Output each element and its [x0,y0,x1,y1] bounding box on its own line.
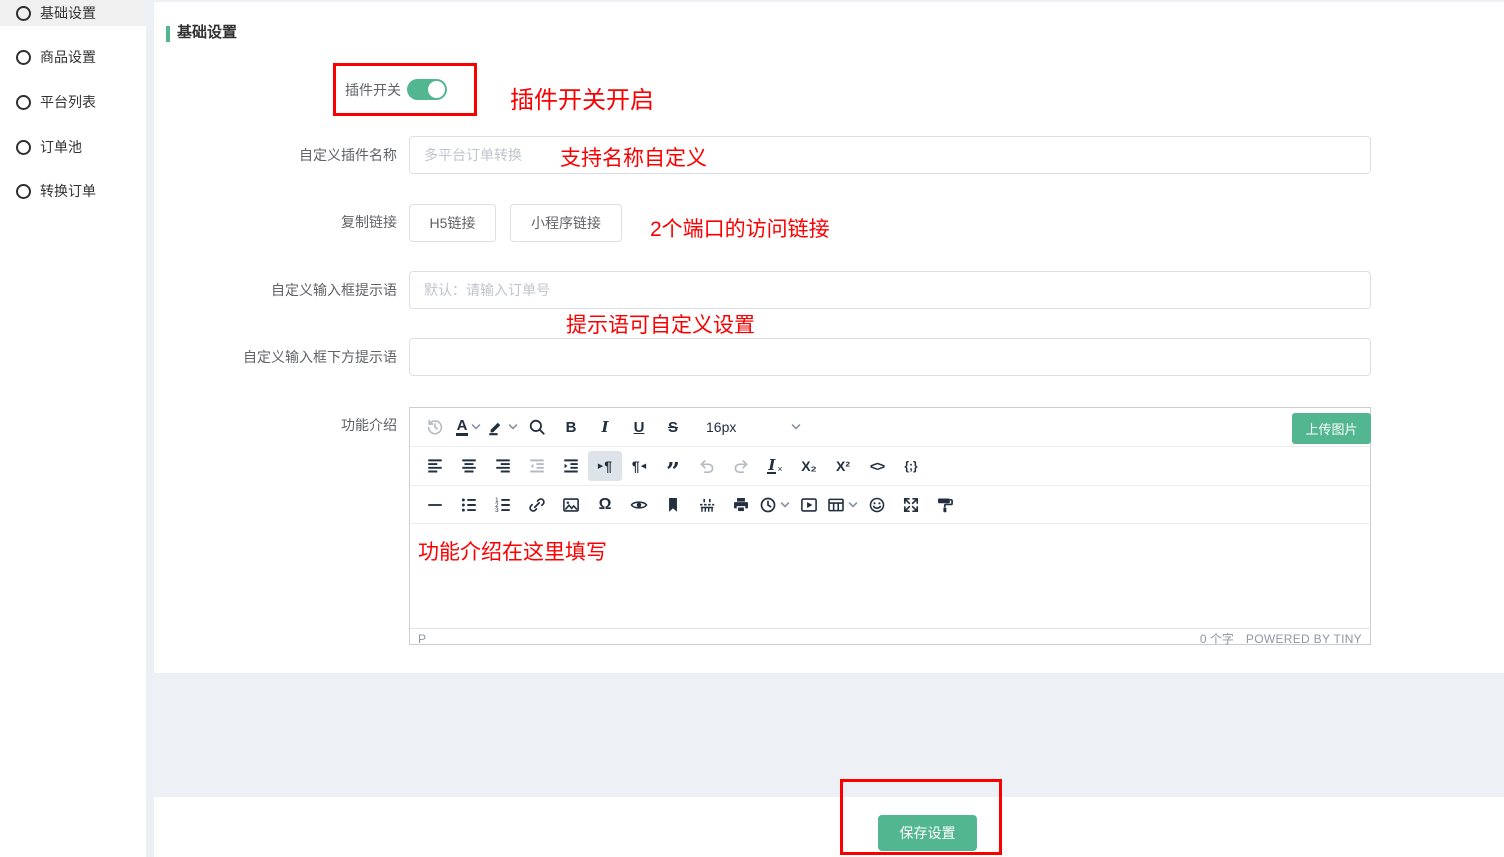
link-icon[interactable] [520,490,554,520]
italic-icon[interactable]: I [588,412,622,442]
sidebar-menu: 基础设置商品设置平台列表订单池转换订单 [0,0,146,857]
rtl-icon[interactable]: ¶◀ [622,451,656,481]
word-count: 0 个字 [1200,630,1234,647]
footer-bar [154,797,1504,857]
editor-toolbar-row-3: 123 Ω [410,486,1370,524]
sidebar-item-label: 平台列表 [40,92,96,112]
chevron-down-icon [507,421,519,433]
circle-icon [16,184,31,199]
sidebar-item-label: 订单池 [40,137,82,157]
circle-icon [16,50,31,65]
ltr-icon[interactable]: ▶¶ [588,451,622,481]
restore-draft-icon[interactable] [418,412,452,442]
annotation-link-note: 2个端口的访问链接 [650,213,830,243]
redo-icon[interactable] [724,451,758,481]
powered-by-tiny: POWERED BY TINY [1246,632,1362,646]
subscript-icon[interactable]: X₂ [792,451,826,481]
copy-link-label: 复制链接 [341,212,397,232]
input-sub-hint-input[interactable] [409,338,1371,376]
mini-program-link-button[interactable]: 小程序链接 [510,204,622,242]
bullet-list-icon[interactable] [452,490,486,520]
svg-text:3: 3 [495,507,499,514]
chevron-down-icon [847,499,859,511]
sidebar-item-label: 商品设置 [40,47,96,67]
search-icon[interactable] [520,412,554,442]
upload-image-button[interactable]: 上传图片 [1292,413,1371,444]
input-hint-input[interactable] [409,271,1371,309]
section-title: 基础设置 [177,19,237,47]
circle-icon [16,95,31,110]
sidebar-item-label: 转换订单 [40,181,96,201]
media-icon[interactable] [792,490,826,520]
sidebar-item[interactable]: 平台列表 [0,89,146,115]
annotation-hint-note: 提示语可自定义设置 [566,309,755,339]
input-hint-label: 自定义输入框提示语 [271,280,397,300]
editor-toolbar-row-1: A BIUS 16px [410,408,1370,447]
format-painter-icon[interactable] [928,490,962,520]
sidebar-item[interactable]: 订单池 [0,134,146,160]
save-settings-button[interactable]: 保存设置 [878,815,977,851]
h5-link-button[interactable]: H5链接 [409,204,496,242]
image-icon[interactable] [554,490,588,520]
horizontal-rule-icon[interactable] [418,490,452,520]
strikethrough-icon[interactable]: S [656,412,690,442]
highlight-color-icon[interactable] [486,412,520,442]
section-accent-bar [166,26,170,42]
sidebar-item[interactable]: 基础设置 [0,0,146,26]
sidebar-item[interactable]: 转换订单 [0,178,146,204]
table-icon[interactable] [826,490,860,520]
chevron-down-icon [470,421,482,433]
numbered-list-icon[interactable]: 123 [486,490,520,520]
toggle-label: 插件开关 [345,80,401,100]
code-icon[interactable]: <> [860,451,894,481]
annotation-toggle-note: 插件开关开启 [510,80,654,115]
chevron-down-icon [779,499,791,511]
fullscreen-icon[interactable] [894,490,928,520]
special-char-icon[interactable]: Ω [588,490,622,520]
page-break-icon[interactable] [690,490,724,520]
annotation-name-note: 支持名称自定义 [560,142,707,172]
circle-icon [16,6,31,21]
clear-format-icon[interactable]: I× [758,451,792,481]
toggle-knob [428,81,445,98]
preview-icon[interactable] [622,490,656,520]
outdent-icon[interactable] [520,451,554,481]
rich-text-editor: A BIUS 16px ▶¶¶◀” I×X₂X²<>{;} 123 Ω 功能介绍在这里填… [409,407,1371,645]
underline-icon[interactable]: U [622,412,656,442]
plugin-name-label: 自定义插件名称 [299,145,397,165]
sidebar-item-label: 基础设置 [40,3,96,23]
font-size-select[interactable]: 16px [698,412,810,442]
editor-status-bar: P 0 个字 POWERED BY TINY [410,628,1370,648]
datetime-icon[interactable] [758,490,792,520]
circle-icon [16,140,31,155]
code-sample-icon[interactable]: {;} [894,451,928,481]
text-color-icon[interactable]: A [452,412,486,442]
print-icon[interactable] [724,490,758,520]
align-left-icon[interactable] [418,451,452,481]
emoji-icon[interactable] [860,490,894,520]
chevron-down-icon [790,421,802,433]
editor-body[interactable]: 功能介绍在这里填写 [410,524,1370,628]
superscript-icon[interactable]: X² [826,451,860,481]
sidebar-item[interactable]: 商品设置 [0,44,146,70]
input-sub-hint-label: 自定义输入框下方提示语 [243,347,397,367]
undo-icon[interactable] [690,451,724,481]
editor-toolbar-row-2: ▶¶¶◀” I×X₂X²<>{;} [410,447,1370,486]
feature-intro-label: 功能介绍 [341,415,397,435]
anchor-icon[interactable] [656,490,690,520]
align-right-icon[interactable] [486,451,520,481]
indent-icon[interactable] [554,451,588,481]
settings-page: 基础设置商品设置平台列表订单池转换订单 基础设置 插件开关 插件开关开启 自定义… [0,0,1504,857]
plugin-name-input[interactable] [409,136,1371,174]
element-path: P [418,632,426,646]
bold-icon[interactable]: B [554,412,588,442]
blockquote-icon[interactable]: ” [656,451,690,481]
align-center-icon[interactable] [452,451,486,481]
plugin-toggle[interactable] [407,79,447,100]
